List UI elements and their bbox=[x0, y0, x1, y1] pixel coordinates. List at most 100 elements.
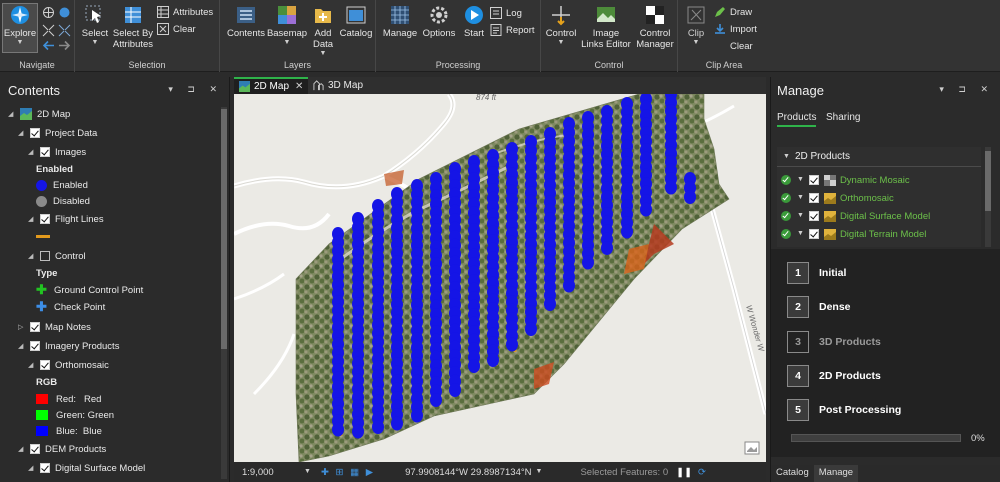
next-extent-icon[interactable] bbox=[58, 40, 71, 51]
full-extent-icon[interactable] bbox=[58, 6, 71, 19]
expand-triangle-icon[interactable]: ◢ bbox=[28, 464, 36, 472]
start-button[interactable]: Start bbox=[458, 4, 490, 39]
report-button[interactable]: Report bbox=[490, 24, 535, 36]
chevron-down-icon[interactable]: ▼ bbox=[797, 194, 804, 202]
zoom-extent-icon[interactable] bbox=[42, 6, 55, 19]
image-point[interactable] bbox=[449, 383, 461, 397]
draw-button[interactable]: Draw bbox=[714, 6, 752, 18]
tree-item-dem-products[interactable]: ◢ DEM Products bbox=[18, 440, 106, 458]
scrollbar-thumb[interactable] bbox=[221, 109, 227, 349]
pane-controls[interactable]: ▾ ⊐ ✕ bbox=[168, 84, 223, 95]
chevron-down-icon[interactable]: ▼ bbox=[797, 176, 804, 184]
expand-triangle-icon[interactable]: ◢ bbox=[8, 110, 16, 118]
checkbox[interactable] bbox=[30, 128, 40, 138]
image-point[interactable] bbox=[582, 255, 594, 270]
tree-item-dsm[interactable]: ◢ Digital Surface Model bbox=[28, 459, 145, 477]
image-point[interactable] bbox=[563, 278, 575, 293]
image-point[interactable] bbox=[544, 297, 556, 311]
tab-sharing[interactable]: Sharing bbox=[826, 112, 860, 123]
basemap-gallery-icon[interactable] bbox=[744, 440, 760, 456]
expand-triangle-icon[interactable]: ◢ bbox=[18, 445, 26, 453]
step-post-processing[interactable]: 5 Post Processing bbox=[787, 398, 901, 422]
clear-selection-button[interactable]: Clear bbox=[157, 23, 196, 35]
clip-button[interactable]: Clip ▼ bbox=[680, 4, 712, 47]
tab-manage[interactable]: Manage bbox=[813, 465, 859, 482]
step-2d-products[interactable]: 4 2D Products bbox=[787, 364, 881, 388]
tab-3d-map[interactable]: 3D Map bbox=[308, 77, 368, 94]
image-point[interactable] bbox=[372, 420, 384, 434]
chevron-down-icon[interactable]: ▼ bbox=[797, 230, 804, 238]
tab-2d-map[interactable]: 2D Map ✕ bbox=[234, 77, 309, 94]
products-group-header[interactable]: ▼ 2D Products bbox=[777, 147, 981, 167]
checkbox[interactable] bbox=[40, 251, 50, 261]
import-button[interactable]: Import bbox=[714, 23, 757, 35]
chevron-down-icon[interactable]: ▼ bbox=[783, 153, 790, 160]
contents-scrollbar[interactable] bbox=[221, 107, 227, 479]
image-point[interactable] bbox=[525, 322, 537, 336]
product-item[interactable]: ▼ Dynamic Mosaic bbox=[777, 171, 910, 189]
pane-controls[interactable]: ▾ ⊐ ✕ bbox=[939, 84, 994, 95]
image-point[interactable] bbox=[640, 202, 652, 217]
scrollbar-thumb[interactable] bbox=[985, 151, 991, 211]
tree-item-control[interactable]: ◢ Control bbox=[28, 247, 86, 265]
collapse-triangle-icon[interactable]: ▷ bbox=[18, 323, 26, 331]
tree-item-images[interactable]: ◢ Images bbox=[28, 143, 86, 161]
basemap-button[interactable]: Basemap ▼ bbox=[267, 4, 307, 47]
checkbox[interactable] bbox=[808, 175, 819, 185]
image-point[interactable] bbox=[487, 353, 499, 367]
tree-item-2d-map[interactable]: ◢ 2D Map bbox=[8, 105, 70, 123]
previous-extent-icon[interactable] bbox=[42, 40, 55, 51]
chevron-down-icon[interactable]: ▼ bbox=[797, 212, 804, 220]
image-point[interactable] bbox=[352, 424, 364, 439]
product-item[interactable]: ▼ Digital Surface Model bbox=[777, 207, 930, 225]
tab-catalog[interactable]: Catalog bbox=[771, 465, 814, 482]
chevron-down-icon[interactable]: ▼ bbox=[536, 468, 543, 476]
image-point[interactable] bbox=[621, 224, 633, 239]
image-point[interactable] bbox=[411, 408, 423, 423]
expand-triangle-icon[interactable]: ◢ bbox=[28, 252, 36, 260]
product-item[interactable]: ▼ Orthomosaic bbox=[777, 189, 894, 207]
tree-item-map-notes[interactable]: ▷ Map Notes bbox=[18, 318, 91, 336]
scale-value[interactable]: 1:9,000 bbox=[242, 467, 302, 478]
fixed-zoom-out-icon[interactable] bbox=[58, 24, 71, 37]
log-button[interactable]: Log bbox=[490, 7, 522, 19]
image-point[interactable] bbox=[468, 359, 480, 373]
product-item[interactable]: ▼ Digital Terrain Model bbox=[777, 225, 926, 243]
control-manager-button[interactable]: Control Manager bbox=[633, 4, 677, 50]
expand-triangle-icon[interactable]: ◢ bbox=[18, 342, 26, 350]
attributes-button[interactable]: Attributes bbox=[157, 6, 213, 18]
checkbox[interactable] bbox=[808, 193, 819, 203]
options-button[interactable]: Options bbox=[420, 4, 458, 39]
expand-triangle-icon[interactable]: ◢ bbox=[28, 148, 36, 156]
manage-button[interactable]: Manage bbox=[380, 4, 420, 39]
map-tools-icons[interactable]: ✚ ⊞ ▦ ▶ bbox=[321, 467, 375, 478]
image-point[interactable] bbox=[684, 190, 696, 204]
expand-triangle-icon[interactable]: ◢ bbox=[28, 361, 36, 369]
products-scrollbar[interactable] bbox=[985, 147, 991, 247]
tab-products[interactable]: Products bbox=[777, 112, 817, 127]
map-canvas[interactable]: 874 ft W Wonder W bbox=[234, 94, 766, 462]
checkbox[interactable] bbox=[30, 322, 40, 332]
step-3d-products[interactable]: 3 3D Products bbox=[787, 330, 881, 354]
step-dense[interactable]: 2 Dense bbox=[787, 295, 851, 319]
checkbox[interactable] bbox=[30, 444, 40, 454]
checkbox[interactable] bbox=[40, 147, 50, 157]
explore-button[interactable]: Explore ▼ bbox=[2, 3, 38, 53]
contents-button[interactable]: Contents bbox=[224, 4, 268, 39]
image-point[interactable] bbox=[391, 416, 403, 431]
map-view[interactable]: 874 ft W Wonder W bbox=[234, 94, 766, 462]
image-point[interactable] bbox=[506, 337, 518, 352]
checkbox[interactable] bbox=[30, 341, 40, 351]
tree-item-project-data[interactable]: ◢ Project Data bbox=[18, 124, 97, 142]
refresh-icon[interactable]: ⟳ bbox=[698, 467, 706, 478]
select-by-attributes-button[interactable]: Select By Attributes bbox=[111, 4, 155, 50]
tree-item-flight-lines[interactable]: ◢ Flight Lines bbox=[28, 210, 104, 228]
expand-triangle-icon[interactable]: ◢ bbox=[18, 129, 26, 137]
image-point[interactable] bbox=[430, 393, 442, 407]
tree-item-imagery-products[interactable]: ◢ Imagery Products bbox=[18, 337, 119, 355]
checkbox[interactable] bbox=[808, 229, 819, 239]
control-button[interactable]: Control ▼ bbox=[543, 4, 579, 47]
checkbox[interactable] bbox=[808, 211, 819, 221]
add-data-button[interactable]: Add Data ▼ bbox=[308, 4, 338, 58]
image-point[interactable] bbox=[665, 180, 677, 195]
